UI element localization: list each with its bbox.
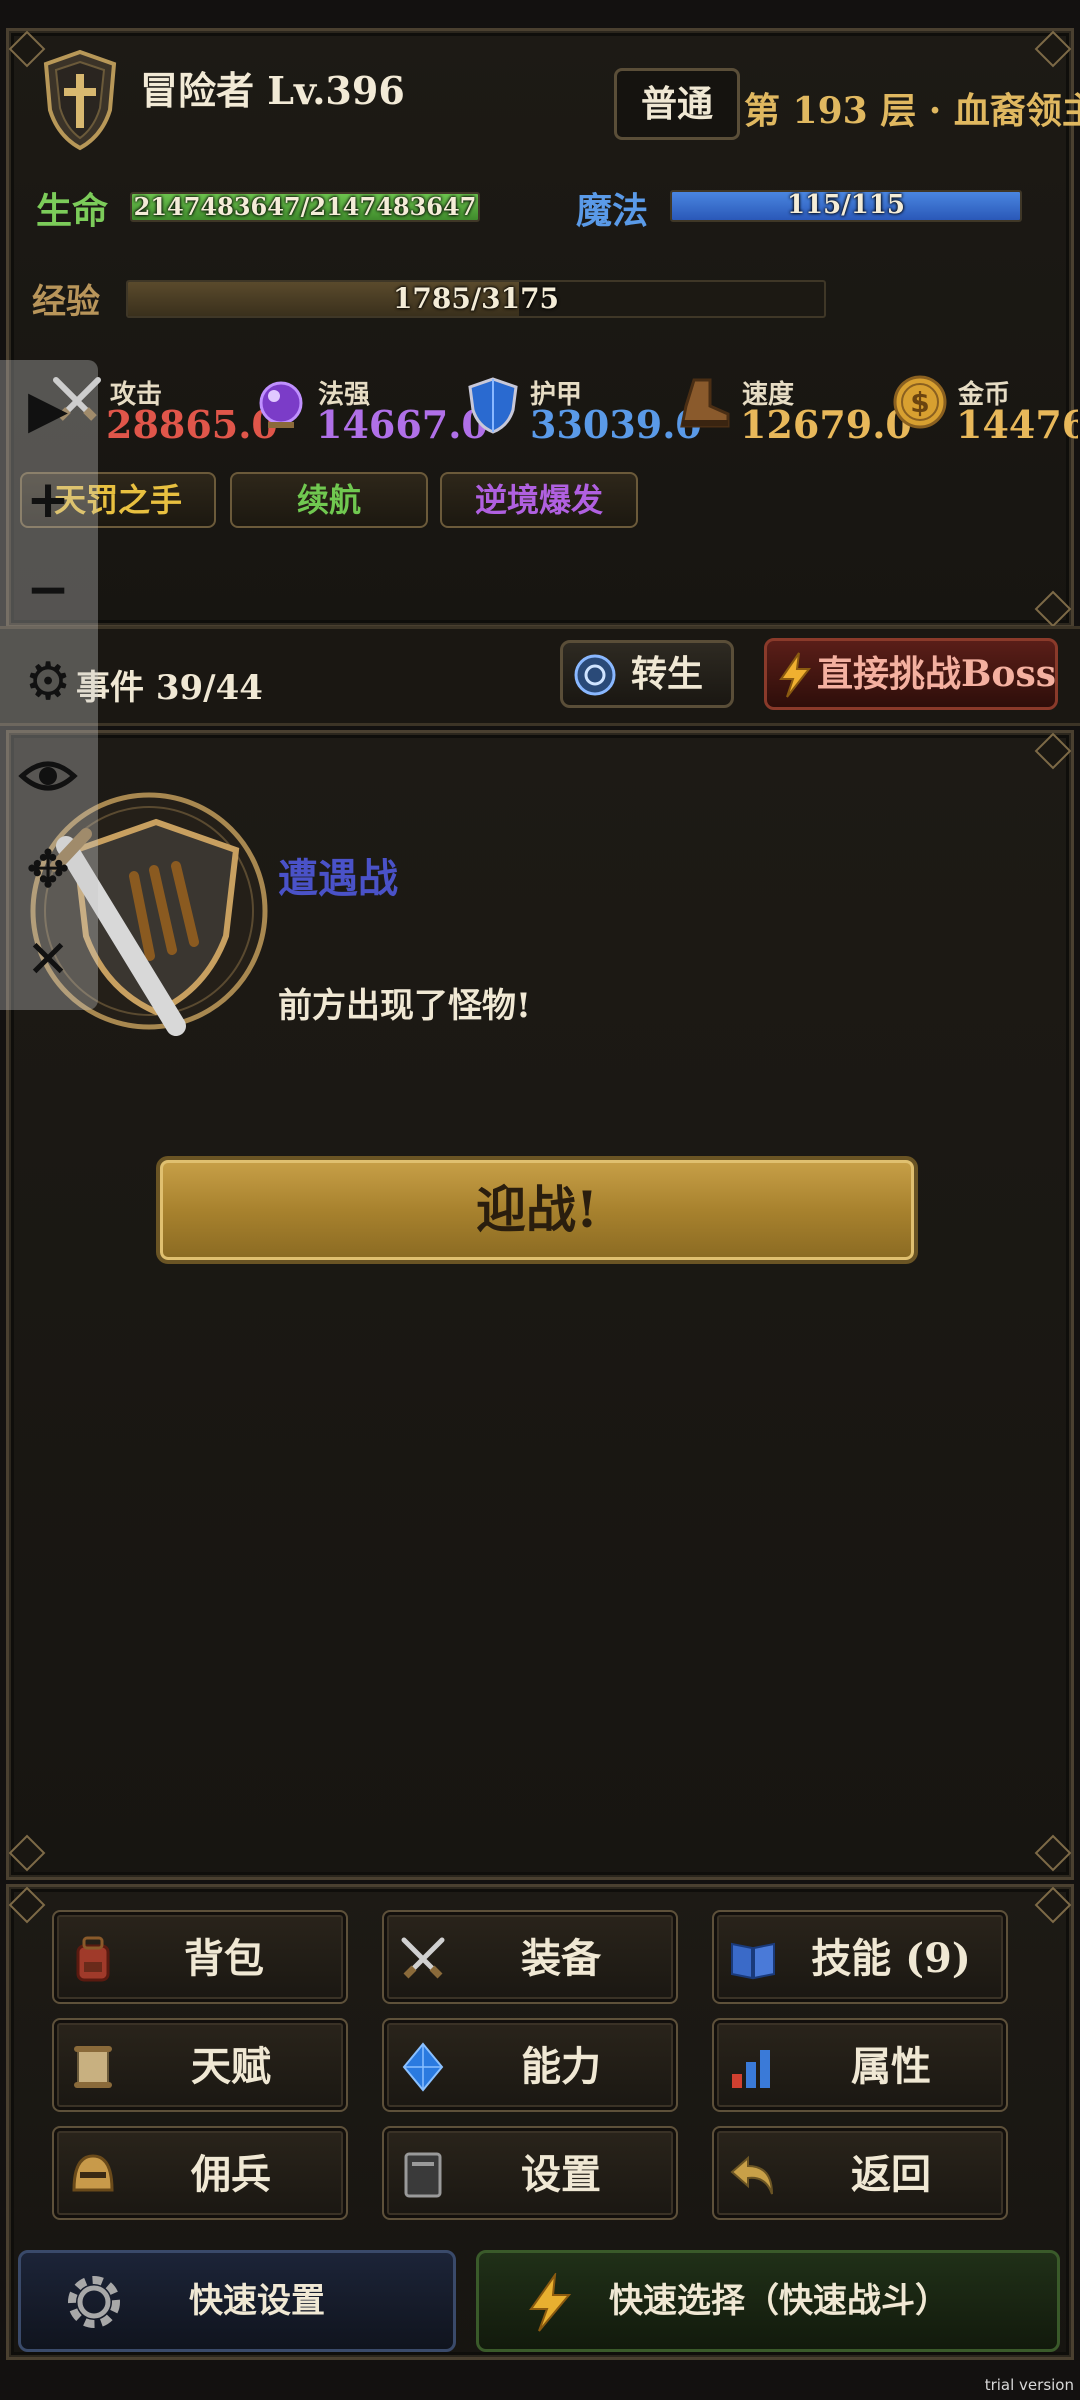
mp-value: 115/115 [786,190,906,220]
character-emblem-icon [40,48,120,152]
exp-label: 经验 [32,282,100,322]
menu-label-talent: 天赋 [191,2043,271,2090]
shield-icon [466,376,520,434]
mp-bar: 115/115 [670,190,1022,222]
play-icon[interactable]: ▶ [18,380,78,440]
challenge-boss-button[interactable]: 直接挑战Boss [764,638,1058,710]
rebirth-icon [573,653,617,697]
event-counter: 事件 39/44 [76,668,263,708]
lightning-icon [527,2271,573,2333]
menu-button-skills[interactable]: 技能 (9) [712,1910,1008,2004]
fight-button[interactable]: 迎战! [156,1156,918,1264]
boot-icon [676,376,732,432]
difficulty-label: 普通 [640,83,713,125]
hp-bar: 2147483647/2147483647 [130,192,480,222]
plus-icon[interactable]: + [18,470,78,530]
menu-button-backpack[interactable]: 背包 (1243) [52,1910,348,2076]
mp-label: 魔法 [576,190,649,232]
menu-label-settings: 设置 [521,2151,601,2198]
menu-label-skills: 技能 (9) [811,1935,971,1982]
minus-icon[interactable]: − [18,560,78,620]
rebirth-label: 转生 [631,653,704,695]
purple-orb-icon [254,378,308,432]
exp-value: 1785/3175 [392,282,560,315]
quick-select-button[interactable]: 快速选择（快速战斗） [476,2250,1060,2352]
gold-value: 14476 [956,402,1078,447]
exp-bar: 1785/3175 [126,280,826,318]
trial-watermark: trial version [984,2376,1074,2394]
tome-icon [398,2150,448,2200]
menu-button-settings[interactable]: 设置 [382,2126,678,2220]
encounter-description: 前方出现了怪物! [278,986,531,1026]
floating-toolbar: ▶ + − ⚙ ✥ ✕ [0,360,98,1010]
rebirth-button[interactable]: 转生 [560,640,734,708]
svg-text:$: $ [910,386,929,419]
menu-label-return: 返回 [851,2151,931,2198]
quick-settings-label: 快速设置 [189,2281,325,2321]
lightning-icon [777,651,813,699]
eye-icon[interactable] [18,746,78,806]
hp-value: 2147483647/2147483647 [133,192,477,221]
scroll-icon [68,2042,118,2092]
floor-title: 第 193 层 · 血裔领主 [744,90,1080,132]
skill-tag-adversity-burst[interactable]: 逆境爆发 [440,472,638,528]
menu-button-talent[interactable]: 天赋 [52,2018,348,2112]
hp-label: 生命 [36,190,109,232]
bar-chart-icon [728,2042,778,2092]
fight-button-label: 迎战! [476,1180,598,1239]
menu-button-mercenary[interactable]: 佣兵 [52,2126,348,2220]
gear-icon [63,2271,125,2333]
helmet-icon [68,2150,118,2200]
menu-label-mercenary: 佣兵 [191,2151,271,2198]
blue-crystal-icon [398,2042,448,2092]
menu-button-attributes[interactable]: 属性 [712,2018,1008,2112]
magic-power-value: 14667.0 [316,402,488,447]
menu-button-equipment[interactable]: 装备 [382,1910,678,2004]
quick-select-label: 快速选择（快速战斗） [609,2281,949,2321]
speed-value: 12679.0 [740,402,912,447]
encounter-title: 遭遇战 [278,855,398,902]
book-icon [728,1934,778,1984]
close-icon[interactable]: ✕ [18,930,78,990]
difficulty-button[interactable]: 普通 [614,68,740,140]
menu-button-ability[interactable]: 能力 [382,2018,678,2112]
player-title: 冒险者 Lv.396 [140,68,405,113]
menu-label-backpack: 背包 (1243) [149,1935,298,2076]
return-arrow-icon [728,2150,778,2200]
menu-label-equipment: 装备 [521,1935,601,1982]
skill-tag-sustain[interactable]: 续航 [230,472,428,528]
challenge-boss-label: 直接挑战Boss [817,653,1056,695]
menu-label-attributes: 属性 [851,2043,931,2090]
menu-label-ability: 能力 [521,2043,601,2090]
quick-settings-button[interactable]: 快速设置 [18,2250,456,2352]
gold-coin-icon: $ [892,374,948,430]
attack-value: 28865.0 [106,402,278,447]
gear-icon[interactable]: ⚙ [18,652,78,712]
crossed-swords-icon [398,1934,448,1984]
move-icon[interactable]: ✥ [18,840,78,900]
menu-button-return[interactable]: 返回 [712,2126,1008,2220]
